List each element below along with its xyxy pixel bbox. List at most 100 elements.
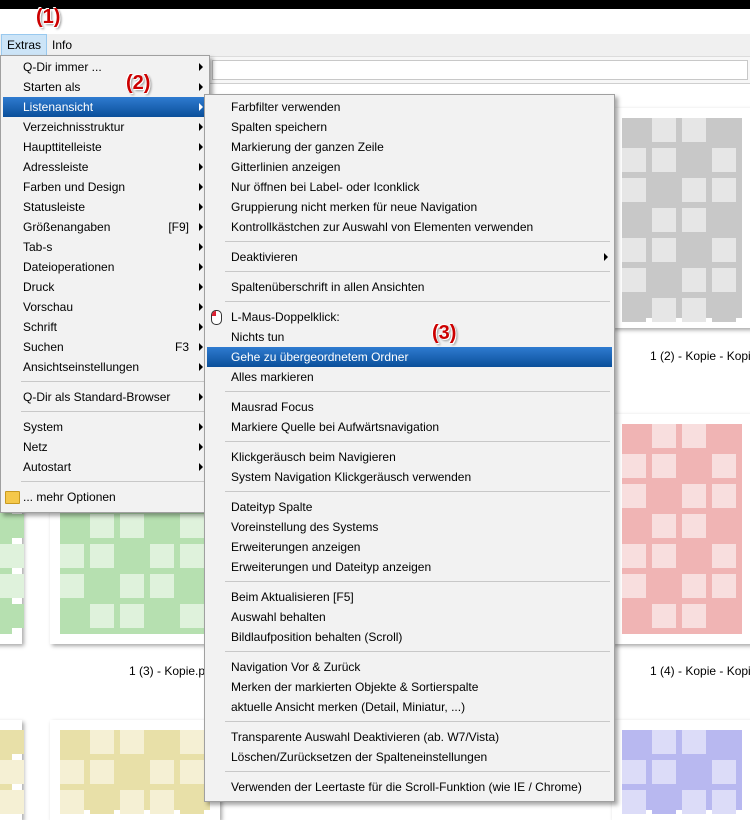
menu-item[interactable]: Listenansicht: [3, 97, 207, 117]
thumbnail[interactable]: [0, 720, 24, 820]
menu-item[interactable]: Deaktivieren: [207, 247, 612, 267]
menu-item[interactable]: Merken der markierten Objekte & Sortiers…: [207, 677, 612, 697]
menu-item[interactable]: Verzeichnisstruktur: [3, 117, 207, 137]
menu-item[interactable]: Markierung der ganzen Zeile: [207, 137, 612, 157]
pattern-cell: [0, 514, 24, 538]
menu-item[interactable]: Statusleiste: [3, 197, 207, 217]
menu-item[interactable]: ... mehr Optionen: [3, 487, 207, 507]
menu-item[interactable]: Ansichtseinstellungen: [3, 357, 207, 377]
menu-item[interactable]: Klickgeräusch beim Navigieren: [207, 447, 612, 467]
submenu-arrow-icon: [199, 63, 203, 71]
menu-item[interactable]: Nur öffnen bei Label- oder Iconklick: [207, 177, 612, 197]
address-bar[interactable]: [212, 60, 748, 80]
pattern-cell: [652, 484, 676, 508]
menu-item-label: Markiere Quelle bei Aufwärtsnavigation: [231, 420, 440, 434]
menu-item[interactable]: Kontrollkästchen zur Auswahl von Element…: [207, 217, 612, 237]
menu-item-shortcut: F3: [174, 340, 189, 354]
menu-item[interactable]: Nichts tun: [207, 327, 612, 347]
pattern-cell: [652, 424, 676, 448]
menu-item[interactable]: Löschen/Zurücksetzen der Spalteneinstell…: [207, 747, 612, 767]
pattern-cell: [652, 514, 676, 538]
pattern-cell: [652, 790, 676, 814]
thumbnail[interactable]: [612, 414, 750, 644]
pattern-cell: [622, 760, 646, 784]
pattern-cell: [60, 730, 84, 754]
menu-item[interactable]: Gitterlinien anzeigen: [207, 157, 612, 177]
pattern-cell: [682, 730, 706, 754]
menu-item[interactable]: Spalten speichern: [207, 117, 612, 137]
pattern-cell: [622, 238, 646, 262]
menu-item[interactable]: Q-Dir immer ...: [3, 57, 207, 77]
menu-item[interactable]: Erweiterungen anzeigen: [207, 537, 612, 557]
submenu-arrow-icon: [199, 303, 203, 311]
pattern-cell: [682, 514, 706, 538]
menu-item[interactable]: Netz: [3, 437, 207, 457]
menu-separator: [225, 391, 610, 392]
menu-item[interactable]: Schrift: [3, 317, 207, 337]
menu-item-label: aktuelle Ansicht merken (Detail, Miniatu…: [231, 700, 466, 714]
pattern-cell: [90, 544, 114, 568]
pattern-cell: [712, 178, 736, 202]
pattern-cell: [652, 454, 676, 478]
menu-item[interactable]: Druck: [3, 277, 207, 297]
menu-item[interactable]: L-Maus-Doppelklick:: [207, 307, 612, 327]
pattern-cell: [120, 790, 144, 814]
pattern-cell: [180, 730, 204, 754]
menu-item-label: Statusleiste: [23, 200, 86, 214]
pattern-cell: [180, 544, 204, 568]
pattern-cell: [120, 604, 144, 628]
submenu-arrow-icon: [199, 123, 203, 131]
menu-item[interactable]: Gruppierung nicht merken für neue Naviga…: [207, 197, 612, 217]
menu-item-label: Q-Dir immer ...: [23, 60, 102, 74]
menu-item[interactable]: Gehe zu übergeordnetem Ordner: [207, 347, 612, 367]
menu-item[interactable]: Tab-s: [3, 237, 207, 257]
menu-item[interactable]: Suchen F3: [3, 337, 207, 357]
menu-item[interactable]: Autostart: [3, 457, 207, 477]
menu-item[interactable]: Starten als: [3, 77, 207, 97]
pattern-cell: [180, 574, 204, 598]
annotation-2: (2): [126, 72, 151, 94]
menu-item[interactable]: Farbfilter verwenden: [207, 97, 612, 117]
menu-item[interactable]: Navigation Vor & Zurück: [207, 657, 612, 677]
menu-separator: [225, 721, 610, 722]
menu-item[interactable]: System: [3, 417, 207, 437]
menu-item[interactable]: Farben und Design: [3, 177, 207, 197]
menu-item[interactable]: Alles markieren: [207, 367, 612, 387]
menu-item[interactable]: Verwenden der Leertaste für die Scroll-F…: [207, 777, 612, 797]
pattern-cell: [712, 208, 736, 232]
thumbnail[interactable]: [612, 108, 750, 328]
menu-item[interactable]: Bildlaufposition behalten (Scroll): [207, 627, 612, 647]
menu-item[interactable]: Mausrad Focus: [207, 397, 612, 417]
submenu-arrow-icon: [199, 263, 203, 271]
menu-info[interactable]: Info: [47, 34, 77, 56]
menu-item[interactable]: Voreinstellung des Systems: [207, 517, 612, 537]
thumbnail-image: [622, 730, 742, 814]
menu-item[interactable]: Adressleiste: [3, 157, 207, 177]
menu-item[interactable]: Beim Aktualisieren [F5]: [207, 587, 612, 607]
pattern-cell: [60, 544, 84, 568]
menu-item-label: Erweiterungen und Dateityp anzeigen: [231, 560, 432, 574]
menu-item[interactable]: Größenangaben [F9]: [3, 217, 207, 237]
menu-item-label: Tab-s: [23, 240, 53, 254]
menu-item[interactable]: Transparente Auswahl Deaktivieren (ab. W…: [207, 727, 612, 747]
menu-item[interactable]: Markiere Quelle bei Aufwärtsnavigation: [207, 417, 612, 437]
menu-item[interactable]: aktuelle Ansicht merken (Detail, Miniatu…: [207, 697, 612, 717]
menu-item[interactable]: Dateityp Spalte: [207, 497, 612, 517]
thumbnail[interactable]: [612, 720, 750, 820]
menu-item[interactable]: Auswahl behalten: [207, 607, 612, 627]
menu-item-label: Nichts tun: [231, 330, 285, 344]
pattern-cell: [652, 148, 676, 172]
menu-extras[interactable]: Extras: [1, 34, 48, 56]
menu-item[interactable]: Erweiterungen und Dateityp anzeigen: [207, 557, 612, 577]
thumbnail[interactable]: [50, 720, 220, 820]
pattern-cell: [712, 424, 736, 448]
menu-separator: [21, 481, 205, 482]
menu-item[interactable]: Q-Dir als Standard-Browser: [3, 387, 207, 407]
menu-item[interactable]: Dateioperationen: [3, 257, 207, 277]
menu-item[interactable]: Vorschau: [3, 297, 207, 317]
menu-item[interactable]: Spaltenüberschrift in allen Ansichten: [207, 277, 612, 297]
menu-item[interactable]: Haupttitelleiste: [3, 137, 207, 157]
menu-item-label: Mausrad Focus: [231, 400, 314, 414]
menu-item[interactable]: System Navigation Klickgeräusch verwende…: [207, 467, 612, 487]
pattern-cell: [180, 514, 204, 538]
